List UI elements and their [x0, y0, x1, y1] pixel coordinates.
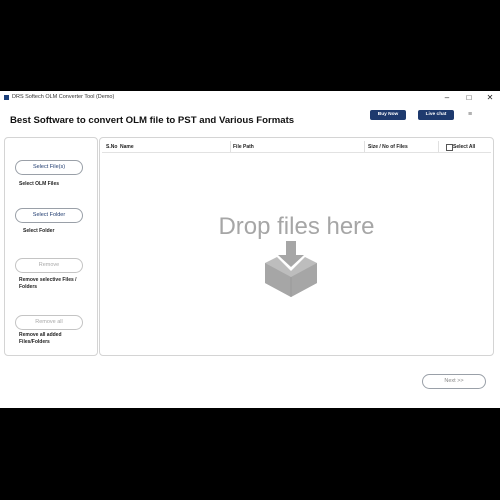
app-window: DRS Softech OLM Converter Tool (Demo) – … — [0, 91, 500, 408]
remove-label: Remove selective Files / Folders — [19, 277, 77, 290]
drop-box-icon — [265, 241, 317, 297]
column-divider — [230, 141, 231, 152]
close-icon[interactable]: ✕ — [483, 92, 497, 103]
maximize-icon[interactable]: □ — [462, 92, 476, 103]
column-divider — [438, 141, 439, 152]
sidebar: Select File(s) Select OLM Files Select F… — [4, 137, 98, 356]
column-divider — [364, 141, 365, 152]
select-folder-label: Select Folder — [23, 228, 55, 234]
select-files-label: Select OLM Files — [19, 181, 60, 187]
window-title: DRS Softech OLM Converter Tool (Demo) — [12, 94, 115, 100]
menu-icon[interactable]: ≡ — [466, 110, 474, 120]
column-sno: S.No — [106, 144, 118, 150]
page-title: Best Software to convert OLM file to PST… — [10, 115, 295, 126]
column-file-path: File Path — [233, 144, 254, 150]
remove-button[interactable]: Remove — [15, 258, 83, 273]
next-button[interactable]: Next >> — [422, 374, 486, 389]
file-table[interactable]: S.No Name File Path Size / No of Files S… — [99, 137, 494, 356]
drop-zone-text: Drop files here — [218, 213, 375, 240]
remove-all-button[interactable]: Remove all — [15, 315, 83, 330]
app-icon — [4, 95, 9, 100]
select-all-label[interactable]: Select All — [453, 144, 475, 150]
column-name: Name — [120, 144, 134, 150]
select-files-button[interactable]: Select File(s) — [15, 160, 83, 175]
live-chat-button[interactable]: Live chat — [418, 110, 454, 120]
buy-now-button[interactable]: Buy Now — [370, 110, 406, 120]
title-bar: DRS Softech OLM Converter Tool (Demo) – … — [0, 91, 500, 104]
select-folder-button[interactable]: Select Folder — [15, 208, 83, 223]
minimize-icon[interactable]: – — [440, 92, 454, 103]
column-size: Size / No of Files — [368, 144, 408, 150]
remove-all-label: Remove all added Files/Folders — [19, 332, 62, 345]
header-divider — [102, 152, 491, 153]
select-all-checkbox[interactable] — [446, 144, 453, 151]
